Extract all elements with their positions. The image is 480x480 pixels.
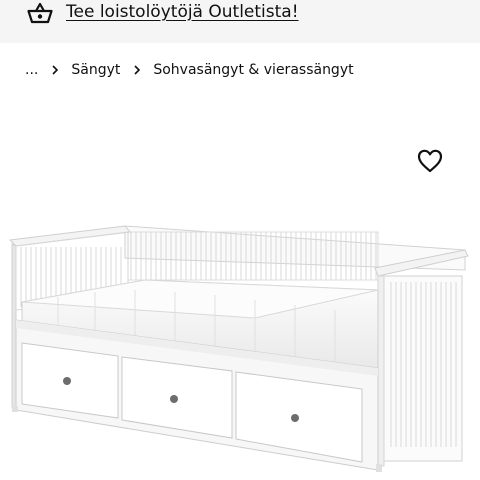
basket-icon [27, 2, 53, 24]
product-page: Tee loistolöytöjä Outletista! ... Sängyt… [0, 0, 480, 480]
outlet-promo-link[interactable]: Tee loistolöytöjä Outletista! [66, 1, 299, 23]
favourite-heart-icon[interactable] [416, 148, 444, 174]
breadcrumb-item-sofa-beds[interactable]: Sohvasängyt & vierassängyt [153, 62, 353, 78]
breadcrumb: ... Sängyt Sohvasängyt & vierassängyt [25, 59, 354, 81]
product-image-daybed[interactable] [0, 200, 480, 480]
chevron-right-icon [52, 65, 59, 75]
promo-banner: Tee loistolöytöjä Outletista! [0, 0, 480, 43]
breadcrumb-item-beds[interactable]: Sängyt [71, 62, 120, 78]
breadcrumb-ellipsis[interactable]: ... [25, 62, 38, 78]
chevron-right-icon [134, 65, 141, 75]
